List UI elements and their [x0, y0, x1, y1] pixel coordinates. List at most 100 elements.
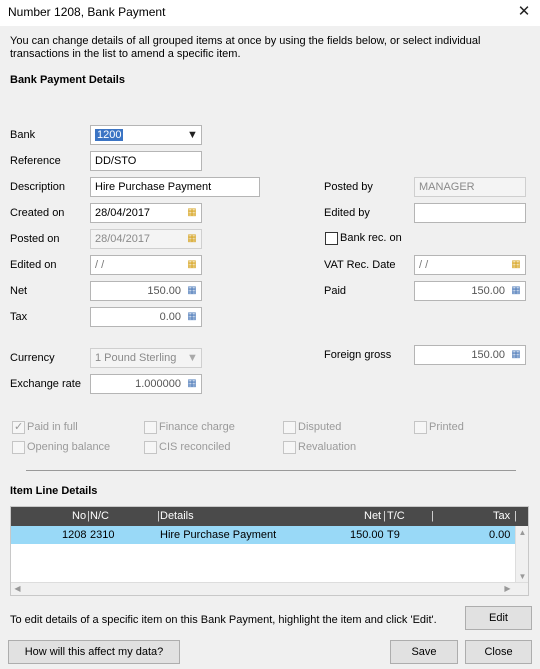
chevron-down-icon: ▼ [187, 352, 198, 364]
calendar-icon[interactable]: ▦ [186, 207, 198, 219]
tax-field[interactable]: 0.00 ▦ [90, 307, 202, 327]
calculator-icon: ▦ [511, 285, 521, 296]
cell-net: 150.00 [350, 529, 384, 541]
tax-value: 0.00 [159, 311, 181, 323]
calculator-icon[interactable]: ▦ [186, 285, 198, 297]
cis-reconciled-label: CIS reconciled [159, 441, 231, 453]
cell-no: 1208 [62, 529, 87, 541]
column-header-tax[interactable]: Tax [493, 510, 510, 522]
checkmark-icon: ✓ [14, 421, 24, 433]
paid-label: Paid [324, 285, 347, 297]
net-label: Net [10, 285, 28, 297]
title-bar: Number 1208, Bank Payment ✕ [0, 0, 540, 26]
created-on-field[interactable]: 28/04/2017 ▦ [90, 203, 202, 223]
close-button[interactable]: Close [465, 640, 532, 664]
calculator-icon[interactable]: ▦ [186, 378, 198, 390]
bank-rec-on-checkbox[interactable] [325, 232, 338, 245]
column-divider: | [431, 510, 434, 522]
horizontal-scrollbar[interactable]: ◀ ▶ [11, 582, 528, 595]
column-header-net[interactable]: Net [364, 510, 381, 522]
chevron-down-icon: ▼ [187, 129, 198, 141]
calendar-icon: ▦ [187, 259, 197, 270]
posted-by-field: MANAGER [414, 177, 526, 197]
column-header-nc[interactable]: N/C [90, 510, 109, 522]
finance-charge-label: Finance charge [159, 421, 235, 433]
finance-charge-checkbox [144, 421, 157, 434]
scroll-down-icon[interactable]: ▼ [516, 572, 529, 581]
intro-text: You can change details of all grouped it… [10, 35, 481, 60]
edit-hint-text: To edit details of a specific item on th… [10, 614, 437, 626]
column-divider: | [383, 510, 386, 522]
calendar-icon: ▦ [511, 259, 521, 270]
currency-select: 1 Pound Sterling ▼ [90, 348, 202, 368]
edited-on-label: Edited on [10, 259, 57, 271]
reference-label: Reference [10, 155, 61, 167]
printed-checkbox [414, 421, 427, 434]
item-line-grid[interactable]: No | N/C | Details Net | T/C | Tax | 120… [10, 506, 529, 596]
edited-on-field: / / ▦ [90, 255, 202, 275]
vat-rec-date-field: / / ▦ [414, 255, 526, 275]
reference-field[interactable]: DD/STO [90, 151, 202, 171]
posted-by-label: Posted by [324, 181, 373, 193]
description-field[interactable]: Hire Purchase Payment [90, 177, 260, 197]
tax-label: Tax [10, 311, 28, 323]
foreign-gross-label: Foreign gross [324, 349, 392, 361]
scroll-left-icon[interactable]: ◀ [11, 584, 24, 593]
calculator-icon[interactable]: ▦ [186, 311, 198, 323]
posted-on-value: 28/04/2017 [95, 233, 151, 245]
column-header-details[interactable]: Details [160, 510, 194, 522]
description-label: Description [10, 181, 66, 193]
cell-tc: T9 [387, 529, 400, 541]
table-row[interactable]: 1208 2310 Hire Purchase Payment 150.00 T… [11, 526, 515, 544]
column-header-no[interactable]: No [72, 510, 86, 522]
net-value: 150.00 [147, 285, 181, 297]
edit-button[interactable]: Edit [465, 606, 532, 630]
foreign-gross-field: 150.00 ▦ [414, 345, 526, 365]
paid-value: 150.00 [471, 285, 505, 297]
calculator-icon: ▦ [511, 349, 521, 360]
grid-header: No | N/C | Details Net | T/C | Tax | [11, 507, 528, 526]
cis-reconciled-checkbox [144, 441, 157, 454]
column-divider: | [514, 510, 517, 522]
opening-balance-checkbox [12, 441, 25, 454]
cell-nc: 2310 [90, 529, 115, 541]
save-button[interactable]: Save [390, 640, 458, 664]
currency-value: 1 Pound Sterling [95, 352, 177, 364]
close-icon[interactable]: ✕ [508, 0, 540, 26]
paid-in-full-label: Paid in full [27, 421, 78, 433]
edited-by-label: Edited by [324, 207, 370, 219]
exchange-rate-value: 1.000000 [135, 378, 181, 390]
bank-select-value: 1200 [95, 129, 124, 141]
revaluation-label: Revaluation [298, 441, 357, 453]
currency-label: Currency [10, 352, 55, 364]
paid-in-full-checkbox: ✓ [12, 421, 25, 434]
posted-on-label: Posted on [10, 233, 60, 245]
bank-rec-on-label: Bank rec. on [340, 232, 402, 244]
item-line-details-heading: Item Line Details [10, 485, 98, 497]
exchange-rate-label: Exchange rate [10, 378, 81, 390]
column-header-tc[interactable]: T/C [387, 510, 405, 522]
bank-payment-details-heading: Bank Payment Details [10, 74, 125, 86]
calendar-icon: ▦ [187, 233, 197, 244]
edited-by-field [414, 203, 526, 223]
vertical-scrollbar[interactable]: ▲ ▼ [515, 526, 528, 583]
section-divider [26, 470, 516, 471]
paid-field: 150.00 ▦ [414, 281, 526, 301]
bank-select[interactable]: 1200 ▼ [90, 125, 202, 145]
disputed-label: Disputed [298, 421, 342, 433]
vat-rec-date-value: / / [419, 259, 429, 271]
edited-on-value: / / [95, 259, 105, 271]
net-field[interactable]: 150.00 ▦ [90, 281, 202, 301]
cell-tax: 0.00 [489, 529, 511, 541]
revaluation-checkbox [283, 441, 296, 454]
disputed-checkbox [283, 421, 296, 434]
exchange-rate-field[interactable]: 1.000000 ▦ [90, 374, 202, 394]
printed-label: Printed [429, 421, 464, 433]
scroll-right-icon[interactable]: ▶ [501, 584, 514, 593]
window-title: Number 1208, Bank Payment [8, 5, 166, 19]
affect-data-button[interactable]: How will this affect my data? [8, 640, 180, 664]
posted-on-field: 28/04/2017 ▦ [90, 229, 202, 249]
scroll-up-icon[interactable]: ▲ [516, 528, 529, 537]
foreign-gross-value: 150.00 [471, 349, 505, 361]
vat-rec-date-label: VAT Rec. Date [324, 259, 396, 271]
